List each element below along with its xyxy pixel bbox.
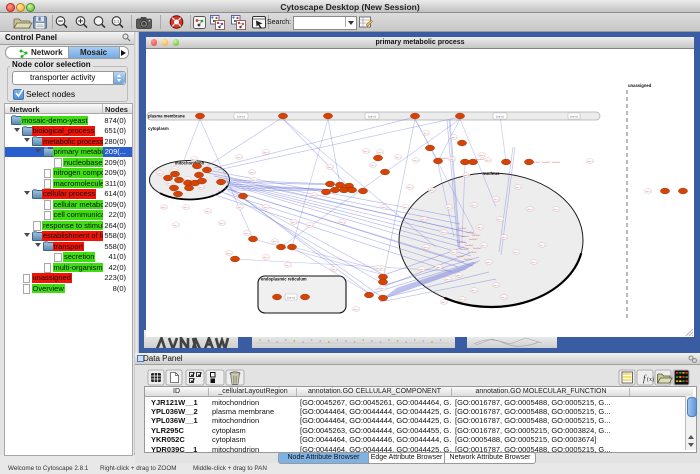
svg-text:(xx..): (xx..) — [206, 211, 211, 213]
svg-text:(xx..): (xx..) — [376, 268, 381, 270]
svg-text:(xx..): (xx..) — [554, 209, 559, 211]
svg-text:(xx..): (xx..) — [457, 275, 462, 277]
svg-text:Yxx00xC: Yxx00xC — [460, 249, 469, 251]
svg-text:(xx-x): (xx-x) — [570, 115, 578, 119]
svg-text:(xx..): (xx..) — [420, 269, 425, 271]
svg-text:(xx..): (xx..) — [437, 267, 442, 269]
svg-text:Yxx00xC: Yxx00xC — [458, 228, 467, 230]
svg-text:(xx..): (xx..) — [446, 279, 451, 281]
svg-text:(xx..): (xx..) — [252, 180, 257, 182]
svg-text:(xx..): (xx..) — [414, 160, 419, 162]
svg-text:(xx..): (xx..) — [378, 152, 383, 154]
svg-text:(xx-x): (xx-x) — [237, 115, 245, 119]
svg-text:(xx..): (xx..) — [340, 222, 345, 224]
svg-text:Yxx00xC: Yxx00xC — [457, 242, 466, 244]
svg-text:(xx..): (xx..) — [328, 167, 333, 169]
svg-text:(xx..): (xx..) — [478, 227, 483, 229]
svg-text:(xx..): (xx..) — [192, 159, 197, 161]
svg-text:(xx..): (xx..) — [382, 207, 387, 209]
svg-text:(xx..): (xx..) — [396, 157, 401, 159]
svg-text:(xx..): (xx..) — [482, 245, 487, 247]
svg-text:(xx..): (xx..) — [292, 222, 297, 224]
svg-text:(xx..): (xx..) — [308, 225, 313, 227]
svg-text:(xx..): (xx..) — [494, 285, 499, 287]
svg-text:(xx..): (xx..) — [264, 257, 269, 259]
svg-text:(xx-x): (xx-x) — [287, 296, 295, 300]
svg-text:(xx..): (xx..) — [404, 207, 409, 209]
svg-text:(xx..): (xx..) — [516, 187, 521, 189]
svg-text:(xx..): (xx..) — [158, 173, 163, 175]
svg-text:(xx..): (xx..) — [250, 172, 255, 174]
svg-text:(xx..): (xx..) — [286, 265, 291, 267]
svg-text:Yxx00xC: Yxx00xC — [456, 256, 465, 258]
svg-text:nucleus: nucleus — [482, 171, 500, 176]
svg-text:(xx..): (xx..) — [540, 245, 545, 247]
svg-text:(xx..): (xx..) — [430, 190, 435, 192]
svg-text:Yxx00xC: Yxx00xC — [466, 232, 475, 234]
svg-text:(xx..): (xx..) — [332, 269, 337, 271]
svg-text:(xx..): (xx..) — [184, 207, 189, 209]
svg-text:(xx..): (xx..) — [502, 237, 507, 239]
svg-text:Yxx00xC: Yxx00xC — [465, 245, 474, 247]
svg-text:Yxx00xC: Yxx00xC — [468, 252, 477, 254]
svg-text:endoplasmic reticulum: endoplasmic reticulum — [261, 277, 307, 282]
svg-text:(xx..): (xx..) — [167, 183, 172, 185]
svg-text:(xx..): (xx..) — [424, 133, 429, 135]
svg-text:(xx..): (xx..) — [452, 252, 457, 254]
svg-text:(xx..): (xx..) — [264, 152, 269, 154]
svg-text:plasma membrane: plasma membrane — [148, 114, 185, 119]
svg-text:(xx..): (xx..) — [245, 233, 250, 235]
svg-text:(xx..): (xx..) — [371, 165, 376, 167]
svg-text:Yxx00xC: Yxx00xC — [542, 162, 551, 164]
svg-text:(xx..): (xx..) — [532, 262, 537, 264]
svg-text:(xx..): (xx..) — [237, 157, 242, 159]
svg-text:(xx..): (xx..) — [498, 219, 503, 221]
svg-text:(xx..): (xx..) — [227, 253, 232, 255]
svg-text:(xx..): (xx..) — [447, 207, 452, 209]
svg-text:Yxx00xC: Yxx00xC — [552, 162, 561, 164]
svg-text:cytoplasm: cytoplasm — [148, 126, 169, 131]
svg-text:(xx..): (xx..) — [588, 161, 593, 163]
svg-text:(xx..): (xx..) — [502, 297, 507, 299]
svg-text:(xx..): (xx..) — [424, 247, 429, 249]
svg-text:(xx..): (xx..) — [528, 209, 533, 211]
svg-text:(xx..): (xx..) — [460, 299, 465, 301]
svg-text:(x): (x) — [647, 376, 654, 383]
svg-text:1:1: 1:1 — [114, 19, 120, 24]
svg-text:(xx..): (xx..) — [494, 199, 499, 201]
svg-text:(xx..): (xx..) — [514, 252, 519, 254]
svg-text:(xx..): (xx..) — [220, 223, 225, 225]
svg-text:(xx..): (xx..) — [464, 175, 469, 177]
svg-text:(xx..): (xx..) — [381, 288, 386, 290]
svg-text:(xx..): (xx..) — [199, 187, 204, 189]
svg-text:(xx..): (xx..) — [646, 191, 651, 193]
svg-text:(xx..): (xx..) — [312, 195, 317, 197]
svg-text:Yxx00xC: Yxx00xC — [472, 235, 481, 237]
svg-text:Yxx00xC: Yxx00xC — [461, 236, 470, 238]
svg-text:unassigned: unassigned — [628, 83, 652, 88]
svg-text:(xx..): (xx..) — [354, 309, 359, 311]
svg-text:(xx..): (xx..) — [162, 207, 167, 209]
svg-text:(xx..): (xx..) — [472, 290, 477, 292]
svg-text:(xx-x): (xx-x) — [496, 115, 504, 119]
svg-text:Yxx00xC: Yxx00xC — [464, 259, 473, 261]
svg-text:(xx..): (xx..) — [422, 219, 427, 221]
svg-text:(xx..): (xx..) — [273, 241, 278, 243]
svg-text:Yxx00xC: Yxx00xC — [469, 239, 478, 241]
svg-text:(xx-x): (xx-x) — [368, 115, 376, 119]
svg-text:(xx..): (xx..) — [442, 232, 447, 234]
svg-text:(xx..): (xx..) — [364, 151, 369, 153]
svg-text:(xx..): (xx..) — [480, 155, 485, 157]
svg-text:(xx..): (xx..) — [174, 225, 179, 227]
svg-text:(xx..): (xx..) — [408, 187, 413, 189]
svg-text:Yxx00xC: Yxx00xC — [473, 248, 482, 250]
svg-text:(xx..): (xx..) — [442, 302, 447, 304]
svg-text:(xx..): (xx..) — [487, 262, 492, 264]
svg-text:(xx..): (xx..) — [486, 160, 491, 162]
svg-text:(xx..): (xx..) — [264, 207, 269, 209]
svg-text:(xx..): (xx..) — [238, 207, 243, 209]
svg-text:(xx..): (xx..) — [452, 137, 457, 139]
svg-text:(xx..): (xx..) — [472, 205, 477, 207]
